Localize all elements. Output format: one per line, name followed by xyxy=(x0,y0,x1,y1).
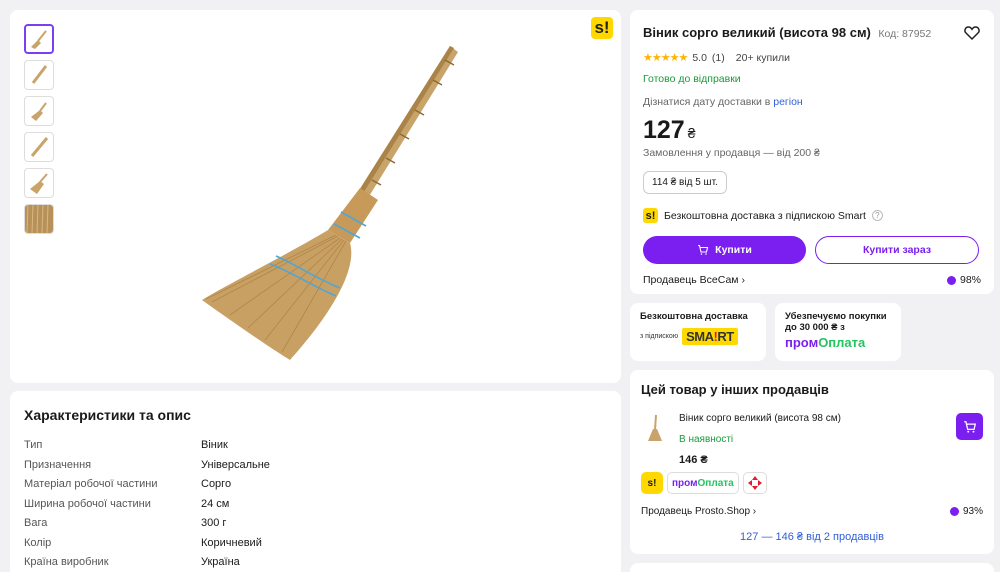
help-icon[interactable]: ? xyxy=(871,210,883,221)
stock-status: Готово до відправки xyxy=(643,73,741,85)
price-value: 127 xyxy=(643,116,685,144)
other-item-thumbnail xyxy=(648,414,662,441)
delivery-info: Дізнатися дату доставки в регіон xyxy=(643,96,981,108)
chevron-right-icon: › xyxy=(741,274,745,286)
min-order: Замовлення у продавця — від 200 ₴ xyxy=(643,147,820,159)
rating-stars-icon: ★★★★★ xyxy=(643,52,688,64)
promo-free-delivery[interactable]: Безкоштовна доставка з підпискою SMA!RT xyxy=(630,303,766,361)
spec-key: Тип xyxy=(24,439,43,451)
other-item-price: 146 ₴ xyxy=(679,454,708,466)
smart-logo: SMA!RT xyxy=(682,328,738,345)
prom-oplata-logo: промОплата xyxy=(785,335,866,350)
other-item-stock: В наявності xyxy=(679,434,734,445)
spec-key: Ширина робочої частини xyxy=(24,497,151,510)
spec-row: Країна виробник Україна xyxy=(24,556,607,572)
spec-value: 300 г xyxy=(201,517,227,529)
seller-link[interactable]: Продавець ВсеСам › xyxy=(643,274,745,286)
smart-badge-icon: s! xyxy=(591,17,613,39)
buy-now-button[interactable]: Купити зараз xyxy=(815,236,979,264)
other-sellers-title: Цей товар у інших продавців xyxy=(641,382,829,397)
wholesale-price-chip[interactable]: 114 ₴ від 5 шт. xyxy=(643,171,727,194)
seller-row: Продавець ВсеСам › 98% xyxy=(643,274,981,286)
other-sellers-card: Цей товар у інших продавців Віник сорго … xyxy=(630,370,994,554)
spec-row: Тип Віник xyxy=(24,439,607,459)
seller-name: Продавець ВсеСам xyxy=(643,274,739,286)
spec-key: Призначення xyxy=(24,458,92,471)
thumbnail-3[interactable] xyxy=(24,96,54,126)
promo-safe-title: Убезпечуємо покупки до 30 000 ₴ з xyxy=(785,311,887,333)
smart-delivery-text: Безкоштовна доставка з підпискою Smart xyxy=(664,209,866,222)
spec-value: Сорго xyxy=(201,478,232,490)
product-title: Віник сорго великий (висота 98 см) xyxy=(643,25,871,40)
price: 127 ₴ xyxy=(643,116,981,145)
bought-count: 20+ купили xyxy=(735,51,790,64)
spec-value: Коричневий xyxy=(201,536,262,549)
other-seller-row: Продавець Prosto.Shop › 93% xyxy=(641,506,983,517)
spec-value: Україна xyxy=(201,556,240,568)
prom-oplata-chip: пром Оплата xyxy=(667,472,739,494)
cart-icon xyxy=(963,420,976,433)
nova-poshta-icon xyxy=(742,472,767,494)
spec-key: Матеріал робочої частини xyxy=(24,478,158,490)
price-currency: ₴ xyxy=(687,125,696,141)
buy-button[interactable]: Купити xyxy=(643,236,806,264)
other-seller-item[interactable]: Віник сорго великий (висота 98 см) В ная… xyxy=(641,413,983,466)
promo-free-sub: з підпискою xyxy=(640,333,679,340)
spec-row: Колір Коричневий xyxy=(24,537,607,557)
spec-row: Вага 300 г xyxy=(24,517,607,537)
seller-rating-icon xyxy=(949,507,959,516)
spec-row: Призначення Універсальне xyxy=(24,459,607,479)
delivery-region-link[interactable]: регіон xyxy=(773,96,802,108)
spec-value: Універсальне xyxy=(201,458,270,471)
thumbnail-list xyxy=(24,24,54,234)
promo-free-title: Безкоштовна доставка xyxy=(640,311,748,322)
seller-rating-value: 98% xyxy=(959,274,981,286)
product-code: Код: 87952 xyxy=(878,28,932,40)
spec-key: Вага xyxy=(24,517,48,529)
other-seller-rating-value: 93% xyxy=(962,506,983,517)
broom-image xyxy=(202,46,458,360)
other-seller-rating: 93% xyxy=(949,506,983,517)
specs-card: Характеристики та опис Тип Віник Призначе… xyxy=(10,391,621,572)
buy-label: Купити xyxy=(715,244,752,256)
smart-s-icon: s! xyxy=(643,208,658,223)
seller-rating-icon xyxy=(946,275,956,285)
thumbnail-2[interactable] xyxy=(24,60,54,90)
smart-chip-icon: s! xyxy=(641,472,663,494)
add-to-cart-button[interactable] xyxy=(956,413,983,440)
spec-row: Ширина робочої частини 24 см xyxy=(24,498,607,518)
thumbnail-4[interactable] xyxy=(24,132,54,162)
delivery-text: Дізнатися дату доставки в xyxy=(643,96,771,108)
favorite-heart-icon[interactable] xyxy=(963,24,981,42)
spec-row: Матеріал робочої частини Сорго xyxy=(24,478,607,498)
promo-safe-payment[interactable]: Убезпечуємо покупки до 30 000 ₴ з промОп… xyxy=(775,303,901,361)
thumbnail-1[interactable] xyxy=(24,24,54,54)
product-info-card: Віник сорго великий (висота 98 см) Код: … xyxy=(630,10,994,294)
product-gallery: s! xyxy=(10,10,621,383)
spec-value: 24 см xyxy=(201,497,230,510)
spec-key: Країна виробник xyxy=(24,556,109,568)
thumbnail-5[interactable] xyxy=(24,168,54,198)
other-seller-link[interactable]: Продавець Prosto.Shop › xyxy=(641,506,756,517)
rating-value: 5.0 xyxy=(692,51,707,64)
review-count[interactable]: (1) xyxy=(712,52,725,64)
specs-table: Тип Віник Призначення Універсальне Матеріа… xyxy=(24,439,607,572)
specs-title: Характеристики та опис xyxy=(24,407,191,423)
other-seller-name: Продавець Prosto.Shop xyxy=(641,506,750,517)
spec-value: Віник xyxy=(201,439,228,451)
next-card xyxy=(630,563,994,572)
other-item-name[interactable]: Віник сорго великий (висота 98 см) xyxy=(679,413,841,424)
chevron-right-icon: › xyxy=(752,506,757,517)
spec-key: Колір xyxy=(24,536,52,549)
smart-delivery-row: s! Безкоштовна доставка з підпискою Smar… xyxy=(643,208,981,223)
more-sellers-link[interactable]: 127 — 146 ₴ від 2 продавців xyxy=(641,531,983,543)
thumbnail-6[interactable] xyxy=(24,204,54,234)
rating-row[interactable]: ★★★★★ 5.0 (1) 20+ купили xyxy=(643,51,981,65)
service-chips: s! пром Оплата xyxy=(641,472,983,494)
seller-rating: 98% xyxy=(946,274,981,286)
cart-icon xyxy=(698,244,709,255)
